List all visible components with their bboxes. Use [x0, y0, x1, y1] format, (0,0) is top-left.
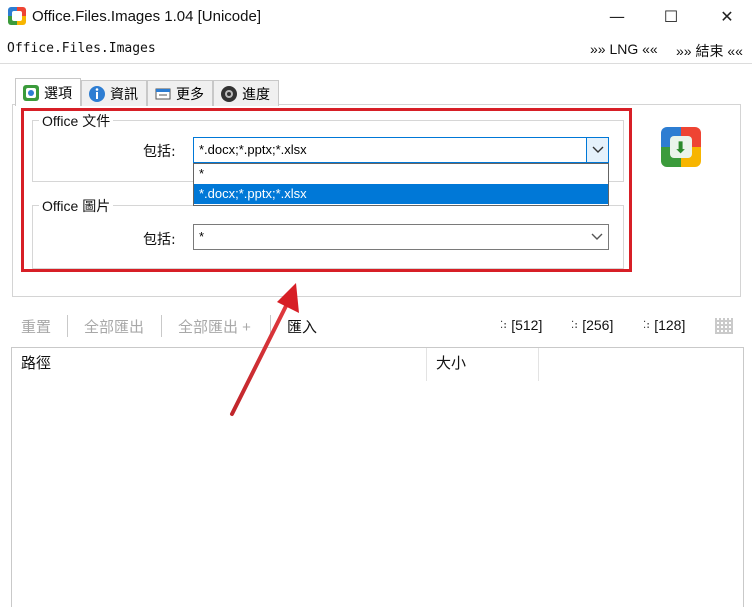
- size-128-label: [128]: [654, 317, 686, 333]
- file-list[interactable]: 路徑 大小: [11, 347, 744, 607]
- list-header: 路徑 大小: [12, 348, 743, 381]
- more-icon: [154, 85, 172, 103]
- download-arrow-icon: ⬇: [674, 138, 688, 157]
- column-header-size[interactable]: 大小: [427, 348, 539, 381]
- reset-button[interactable]: 重置: [21, 316, 51, 337]
- size-256-label: [256]: [582, 317, 614, 333]
- tab-bar: 選項 資訊 更多 進度: [15, 78, 279, 106]
- options-icon: [22, 84, 40, 102]
- app-icon: [8, 7, 26, 25]
- chevron-down-icon[interactable]: [586, 138, 608, 162]
- title-bar: Office.Files.Images 1.04 [Unicode] — ☐ ✕: [0, 0, 752, 34]
- progress-icon: [220, 85, 238, 103]
- thumbnail-size-icon: ⁚:: [500, 319, 508, 331]
- size-512-label: [512]: [511, 317, 543, 333]
- tab-options-label: 選項: [44, 85, 72, 102]
- tab-info-label: 資訊: [110, 86, 138, 103]
- toolbar-separator: [161, 315, 162, 337]
- tab-options[interactable]: 選項: [15, 78, 81, 106]
- column-header-path[interactable]: 路徑: [12, 348, 427, 381]
- maximize-button[interactable]: ☐: [646, 0, 696, 32]
- size-256-button[interactable]: ⁚: [256]: [571, 317, 613, 333]
- menu-bar: Office.Files.Images »» LNG «« »» 結束 ««: [0, 36, 752, 64]
- info-icon: [88, 85, 106, 103]
- tab-info[interactable]: 資訊: [81, 80, 147, 106]
- office-images-group-title: Office 圖片: [39, 196, 114, 216]
- tab-more-label: 更多: [176, 86, 204, 103]
- office-docs-dropdown-list: * *.docx;*.pptx;*.xlsx: [193, 163, 609, 206]
- action-toolbar: 重置 全部匯出 全部匯出 + 匯入 ⁚: [512] ⁚: [256] ⁚: […: [0, 312, 752, 340]
- minimize-button[interactable]: —: [592, 0, 642, 32]
- tab-more[interactable]: 更多: [147, 80, 213, 106]
- export-all-plus-button[interactable]: 全部匯出 +: [178, 316, 251, 337]
- office-docs-group-title: Office 文件: [39, 111, 114, 131]
- tab-progress-label: 進度: [242, 86, 270, 103]
- app-brand-label[interactable]: Office.Files.Images: [7, 41, 156, 56]
- size-128-button[interactable]: ⁚: [128]: [643, 317, 685, 333]
- toolbar-separator: [270, 315, 271, 337]
- office-images-include-combo[interactable]: *: [193, 224, 609, 250]
- size-512-button[interactable]: ⁚: [512]: [500, 317, 542, 333]
- office-images-include-label: 包括:: [143, 232, 176, 248]
- thumbnail-size-icon: ⁚:: [643, 319, 651, 331]
- export-all-button[interactable]: 全部匯出: [84, 316, 144, 337]
- dropdown-option-selected[interactable]: *.docx;*.pptx;*.xlsx: [194, 184, 608, 204]
- language-menu[interactable]: »» LNG ««: [590, 41, 658, 57]
- window-title: Office.Files.Images 1.04 [Unicode]: [32, 8, 261, 25]
- import-button[interactable]: 匯入: [287, 316, 317, 337]
- close-button[interactable]: ✕: [702, 0, 752, 32]
- tab-progress[interactable]: 進度: [213, 80, 279, 106]
- office-images-include-value: *: [199, 229, 205, 244]
- grid-view-icon[interactable]: [715, 318, 733, 334]
- office-docs-include-value: *.docx;*.pptx;*.xlsx: [199, 142, 307, 157]
- toolbar-separator: [67, 315, 68, 337]
- chevron-down-icon[interactable]: [586, 225, 608, 249]
- thumbnail-size-icon: ⁚:: [571, 319, 579, 331]
- office-docs-include-combo[interactable]: *.docx;*.pptx;*.xlsx: [193, 137, 609, 163]
- exit-menu[interactable]: »» 結束 ««: [676, 41, 743, 61]
- dropdown-option[interactable]: *: [194, 164, 608, 184]
- office-docs-include-label: 包括:: [143, 144, 176, 160]
